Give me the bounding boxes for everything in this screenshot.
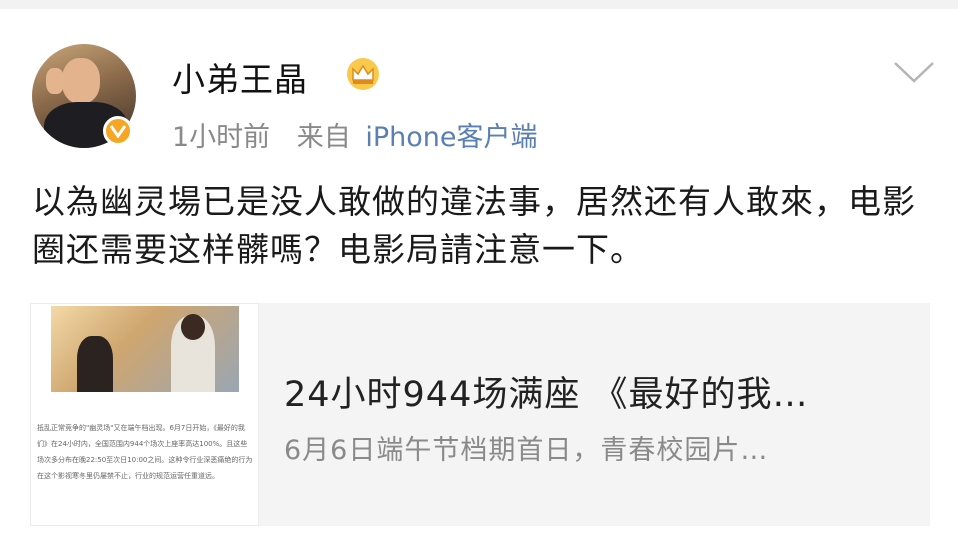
chevron-down-icon[interactable] <box>893 60 935 84</box>
link-card[interactable]: 抵乱正常竞争的"幽灵场"又在端午档出现。6月7日开始，《最好的我们》在24小时内… <box>30 303 930 526</box>
card-thumbnail: 抵乱正常竞争的"幽灵场"又在端午档出现。6月7日开始，《最好的我们》在24小时内… <box>30 303 259 526</box>
status-strip <box>0 0 958 9</box>
avatar-hand <box>46 68 64 94</box>
photo-figure-left <box>77 336 113 392</box>
thumbnail-photo <box>51 306 239 392</box>
post-meta: 1小时前 来自 iPhone客户端 <box>172 115 538 154</box>
source-link[interactable]: iPhone客户端 <box>365 122 537 153</box>
avatar-face <box>62 58 100 104</box>
username[interactable]: 小弟王晶 <box>172 53 308 101</box>
photo-figure-head <box>181 314 205 340</box>
crown-icon[interactable] <box>345 56 381 92</box>
source-prefix: 来自 <box>296 122 351 153</box>
post-text: 以為幽灵場已是没人敢做的違法事，居然还有人敢來，电影圈还需要这样髒嗎？电影局請注… <box>32 182 916 269</box>
card-description: 6月6日端午节档期首日，青春校园片… <box>284 435 769 466</box>
thumbnail-caption: 抵乱正常竞争的"幽灵场"又在端午档出现。6月7日开始，《最好的我们》在24小时内… <box>37 424 253 480</box>
post-time: 1小时前 <box>172 122 271 153</box>
verified-v-icon <box>103 116 133 146</box>
card-title[interactable]: 24小时944场满座 《最好的我… <box>284 366 808 417</box>
